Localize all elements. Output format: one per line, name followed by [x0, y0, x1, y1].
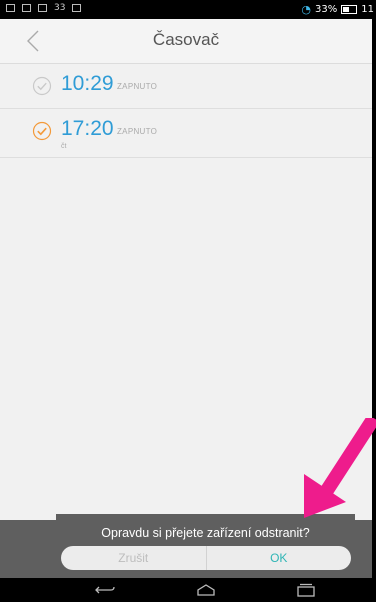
page-title: Časovač [152, 30, 220, 49]
battery-icon [341, 5, 358, 14]
nav-recents-icon[interactable] [295, 582, 317, 598]
timer-time: 10:29 [61, 72, 114, 95]
screen: 33 ◔ 33% 11 Časovač 10:29 ZAPNUTO 17:20 … [0, 0, 376, 602]
timer-time: 17:20 [61, 117, 114, 140]
wifi-icon: ◔ [301, 3, 312, 16]
dialog-buttons: Zrušit OK [61, 546, 351, 570]
ok-button[interactable]: OK [207, 546, 352, 570]
timer-state: ZAPNUTO [117, 82, 158, 91]
battery-percent: 33% [315, 4, 338, 15]
cancel-button[interactable]: Zrušit [61, 546, 207, 570]
nav-bar [0, 578, 376, 602]
status-bar: 33 ◔ 33% 11 [0, 0, 376, 19]
status-right: ◔ 33% 11 [301, 3, 374, 16]
mail-icon [38, 4, 47, 12]
top-bar: Časovač [0, 19, 372, 64]
app-icon [72, 4, 82, 12]
check-icon[interactable] [32, 76, 52, 96]
timer-state: ZAPNUTO [117, 127, 158, 136]
gallery-icon [22, 4, 31, 12]
nav-home-icon[interactable] [195, 582, 217, 598]
annotation-arrow [304, 418, 376, 518]
clock: 11 [361, 4, 374, 15]
timer-row[interactable]: 10:29 ZAPNUTO [0, 64, 372, 109]
check-icon[interactable] [32, 121, 52, 141]
nav-back-icon[interactable] [94, 582, 116, 598]
notification-count: 33 [54, 3, 66, 13]
timer-list: 10:29 ZAPNUTO 17:20 ZAPNUTO čt [0, 64, 372, 158]
confirm-dialog: Opravdu si přejete zařízení odstranit? Z… [0, 514, 372, 578]
timer-days: čt [61, 143, 67, 150]
dialog-message: Opravdu si přejete zařízení odstranit? [101, 526, 310, 540]
sim-icon [6, 4, 15, 12]
status-left: 33 [6, 3, 82, 13]
timer-row[interactable]: 17:20 ZAPNUTO čt [0, 109, 372, 158]
